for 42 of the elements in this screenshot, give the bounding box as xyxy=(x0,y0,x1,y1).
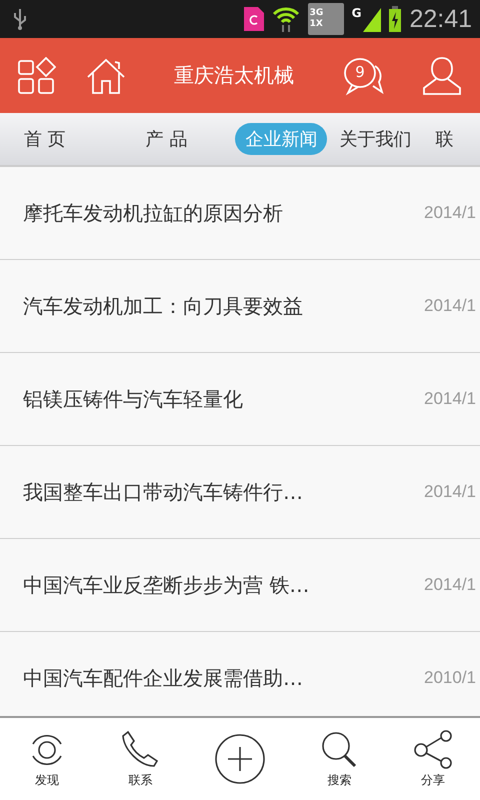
news-item[interactable]: 铝镁压铸件与汽车轻量化 2014/1 xyxy=(0,353,480,446)
message-count: 9 xyxy=(354,62,366,82)
clock: 22:41 xyxy=(409,4,472,34)
home-icon[interactable] xyxy=(86,56,126,94)
news-title: 中国汽车配件企业发展需借助… xyxy=(23,664,303,692)
news-date: 2014/1 xyxy=(424,482,476,502)
tab[interactable]: 产 品 xyxy=(136,123,198,155)
nav-button[interactable]: 发现 xyxy=(22,728,71,790)
news-date: 2014/1 xyxy=(424,203,476,223)
nav-button[interactable]: 搜索 xyxy=(316,728,364,790)
news-date: 2010/1 xyxy=(424,668,476,688)
news-item[interactable]: 摩托车发动机拉缸的原因分析 2014/1 xyxy=(0,167,480,260)
app-title: 重庆浩太机械 xyxy=(173,62,295,89)
news-title: 我国整车出口带动汽车铸件行… xyxy=(23,478,303,506)
tab[interactable]: 首 页 xyxy=(14,123,76,155)
news-title: 汽车发动机加工：向刀具要效益 xyxy=(23,292,303,320)
network-label: 3G xyxy=(310,8,324,19)
add-icon xyxy=(214,733,266,785)
news-title: 摩托车发动机拉缸的原因分析 xyxy=(23,200,283,226)
news-title: 中国汽车业反垄断步步为营 铁… xyxy=(23,572,310,598)
wifi-icon xyxy=(272,5,300,33)
usb-icon xyxy=(12,7,28,31)
network-label: 1X xyxy=(310,19,324,30)
news-date: 2014/1 xyxy=(424,389,476,409)
nav-button[interactable]: 联系 xyxy=(116,728,164,790)
news-item[interactable]: 我国整车出口带动汽车铸件行… 2014/1 xyxy=(0,446,480,539)
phone-icon xyxy=(120,730,160,770)
battery-icon xyxy=(389,6,402,32)
grid-icon[interactable] xyxy=(18,56,56,94)
news-item[interactable]: 中国汽车业反垄断步步为营 铁… 2014/1 xyxy=(0,539,480,632)
news-date: 2014/1 xyxy=(424,575,476,595)
user-icon[interactable] xyxy=(422,56,462,96)
news-title: 铝镁压铸件与汽车轻量化 xyxy=(23,386,243,412)
nav-button[interactable]: 分享 xyxy=(409,728,458,790)
tab[interactable]: 关于我们 xyxy=(329,123,422,155)
app-icon xyxy=(244,7,264,31)
signal-icon xyxy=(363,6,382,32)
news-date: 2014/1 xyxy=(424,296,476,316)
share-icon xyxy=(413,730,454,770)
news-item[interactable]: 汽车发动机加工：向刀具要效益 2014/1 xyxy=(0,260,480,353)
network-label: G xyxy=(352,6,362,20)
tab[interactable]: 联 xyxy=(425,123,464,155)
